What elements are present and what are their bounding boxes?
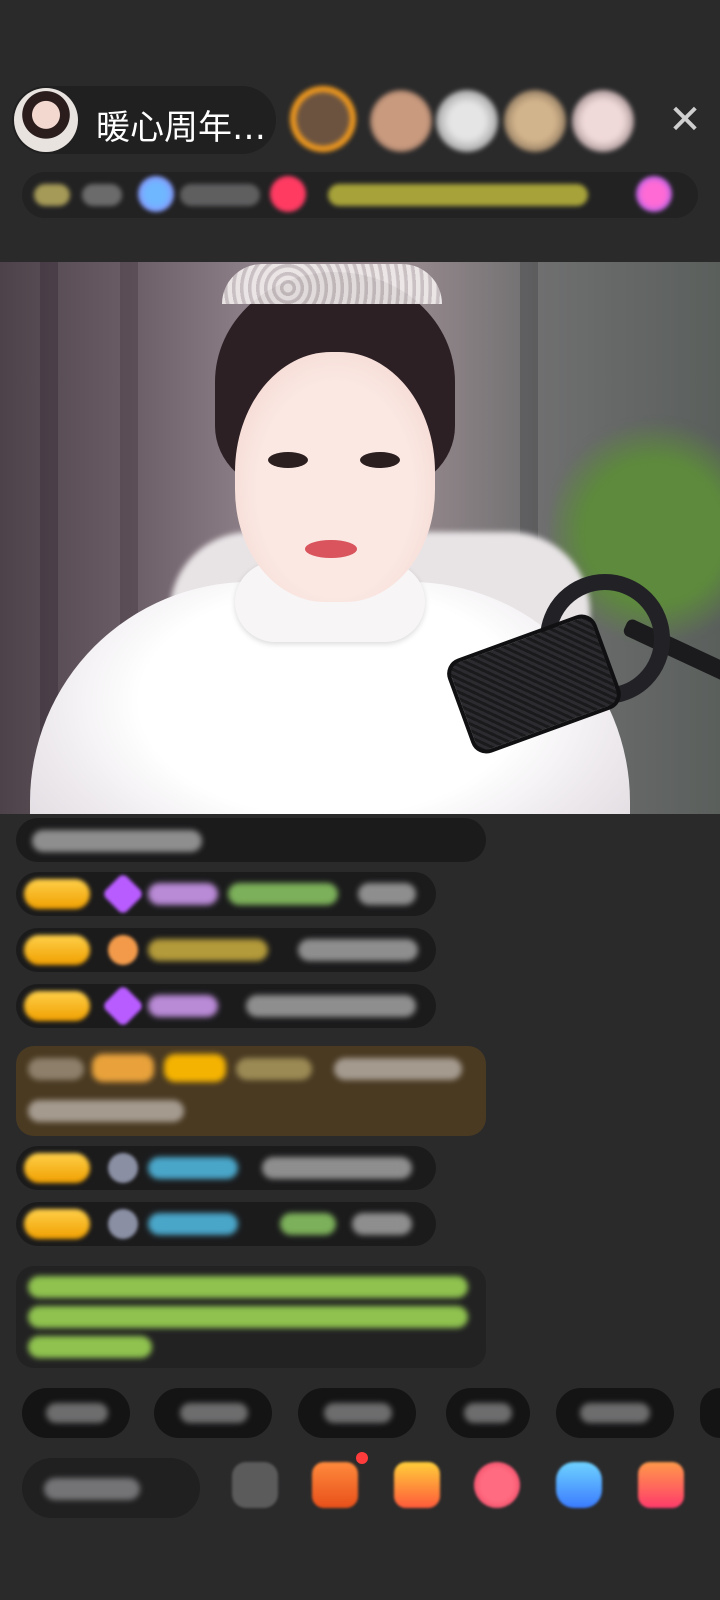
chat-username bbox=[148, 1213, 238, 1235]
chat-text bbox=[246, 995, 416, 1017]
chip-label bbox=[180, 1403, 248, 1423]
quick-reply-chip[interactable] bbox=[700, 1388, 720, 1438]
level-badge bbox=[24, 879, 90, 909]
viewer-avatar[interactable] bbox=[436, 90, 498, 152]
viewer-avatar[interactable] bbox=[370, 90, 432, 152]
notification-dot bbox=[356, 1452, 368, 1464]
streamer-face bbox=[235, 352, 435, 602]
ticker-badge-icon bbox=[138, 176, 174, 212]
chip-label bbox=[46, 1403, 108, 1423]
level-badge bbox=[24, 935, 90, 965]
level-badge bbox=[24, 1209, 90, 1239]
level-badge bbox=[24, 1153, 90, 1183]
close-icon[interactable]: ✕ bbox=[665, 100, 705, 140]
chat-username bbox=[148, 883, 218, 905]
gamepad-icon[interactable] bbox=[556, 1462, 602, 1508]
emoji-icon[interactable] bbox=[232, 1462, 278, 1508]
streamer-eye bbox=[360, 452, 400, 468]
ticker-badge-icon bbox=[270, 176, 306, 212]
ticker-item bbox=[180, 184, 260, 206]
gift-box-icon[interactable] bbox=[312, 1462, 358, 1508]
chip-label bbox=[580, 1403, 650, 1423]
treasure-chest-icon[interactable] bbox=[394, 1462, 440, 1508]
chat-text bbox=[28, 1100, 184, 1122]
chat-text bbox=[298, 939, 418, 961]
event-badge bbox=[92, 1054, 154, 1082]
notice-text bbox=[28, 1336, 152, 1358]
chat-text bbox=[334, 1058, 462, 1080]
chat-text bbox=[280, 1213, 336, 1235]
notice-text bbox=[28, 1276, 468, 1298]
mall-icon[interactable] bbox=[638, 1462, 684, 1508]
heart-red-icon[interactable] bbox=[474, 1462, 520, 1508]
streamer-eye bbox=[268, 452, 308, 468]
chat-username bbox=[148, 1157, 238, 1179]
chat-username bbox=[236, 1058, 312, 1080]
event-badge bbox=[164, 1054, 226, 1082]
level-badge bbox=[24, 991, 90, 1021]
streamer-lips bbox=[305, 540, 357, 558]
top-viewer-avatar[interactable] bbox=[290, 86, 356, 152]
tiara bbox=[222, 264, 442, 304]
ticker-item bbox=[328, 184, 588, 206]
chat-text bbox=[358, 883, 416, 905]
live-video[interactable] bbox=[0, 262, 720, 814]
chat-text bbox=[262, 1157, 412, 1179]
viewer-avatar[interactable] bbox=[504, 90, 566, 152]
host-avatar[interactable] bbox=[14, 88, 78, 152]
host-name[interactable]: 暖心周年… bbox=[96, 100, 266, 149]
viewer-avatar[interactable] bbox=[572, 90, 634, 152]
chat-username bbox=[148, 995, 218, 1017]
ticker-item bbox=[34, 184, 70, 206]
chat-text bbox=[28, 1058, 84, 1080]
comment-input-placeholder bbox=[44, 1478, 140, 1500]
chip-label bbox=[324, 1403, 392, 1423]
chat-text bbox=[228, 883, 338, 905]
chip-label bbox=[464, 1403, 512, 1423]
notice-text bbox=[28, 1306, 468, 1328]
ticker-item bbox=[82, 184, 122, 206]
ticker-badge-icon bbox=[636, 176, 672, 212]
chat-text bbox=[32, 830, 202, 852]
chat-username bbox=[148, 939, 268, 961]
chat-text bbox=[352, 1213, 412, 1235]
